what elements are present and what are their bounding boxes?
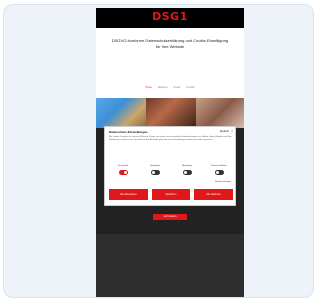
toggle-statistics: Statistiken	[141, 165, 169, 179]
cta-button[interactable]: Jetzt starten	[153, 214, 187, 220]
toggle-switch-external-media[interactable]	[214, 170, 224, 175]
nav-item-home[interactable]: Home	[145, 86, 151, 89]
save-button[interactable]: Speichern	[151, 189, 191, 200]
preview-card: DSG1 DSGVO-konforme Datenschutzerklärung…	[3, 4, 314, 298]
toggle-switch-essential[interactable]	[118, 170, 128, 175]
toggle-switch-marketing[interactable]	[182, 170, 192, 175]
hero-section: DSGVO-konforme Datenschutzerklärung und …	[96, 28, 244, 98]
consent-title: Datenschutz-Einstellungen	[109, 130, 148, 134]
consent-buttons: Alle akzeptieren Speichern Alle ablehnen	[109, 189, 234, 200]
toggle-label: Statistiken	[149, 165, 161, 167]
decline-button[interactable]: Alle ablehnen	[194, 189, 234, 200]
gallery-image	[96, 98, 146, 128]
toggle-label: Essenziell	[118, 165, 128, 167]
toggle-switch-statistics[interactable]	[150, 170, 160, 175]
consent-toggles: Essenziell Statistiken Marketing Externe…	[109, 165, 233, 179]
hero-text: DSGVO-konforme Datenschutzerklärung und …	[111, 38, 229, 49]
toggle-essential: Essenziell	[109, 165, 137, 179]
nav-item-kontakt[interactable]: Kontakt	[186, 86, 194, 89]
nav-item-preise[interactable]: Preise	[174, 86, 181, 89]
site-logo[interactable]: DSG1	[96, 10, 244, 23]
site-nav: Home Ratgeber Preise Kontakt	[96, 86, 244, 89]
gallery-image	[196, 98, 244, 128]
language-select[interactable]: Deutsch	[220, 130, 229, 133]
cookie-consent-dialog: Datenschutz-Einstellungen Deutsch × Wir …	[104, 126, 236, 206]
toggle-label: Marketing	[182, 165, 192, 167]
gallery-image	[146, 98, 196, 128]
toggle-external-media: Externe Medien	[205, 165, 233, 179]
toggle-marketing: Marketing	[173, 165, 201, 179]
toggle-label: Externe Medien	[211, 165, 227, 167]
site-header: DSG1	[96, 8, 244, 28]
nav-item-ratgeber[interactable]: Ratgeber	[158, 86, 168, 89]
consent-body-text: Wir nutzen Cookies auf unserer Website. …	[109, 136, 232, 141]
details-link[interactable]: Details anzeigen	[215, 181, 231, 183]
mobile-screenshot: DSG1 DSGVO-konforme Datenschutzerklärung…	[96, 8, 244, 297]
footer-section	[96, 234, 244, 297]
image-gallery	[96, 98, 244, 128]
close-icon[interactable]: ×	[231, 129, 233, 133]
accept-all-button[interactable]: Alle akzeptieren	[109, 189, 148, 200]
